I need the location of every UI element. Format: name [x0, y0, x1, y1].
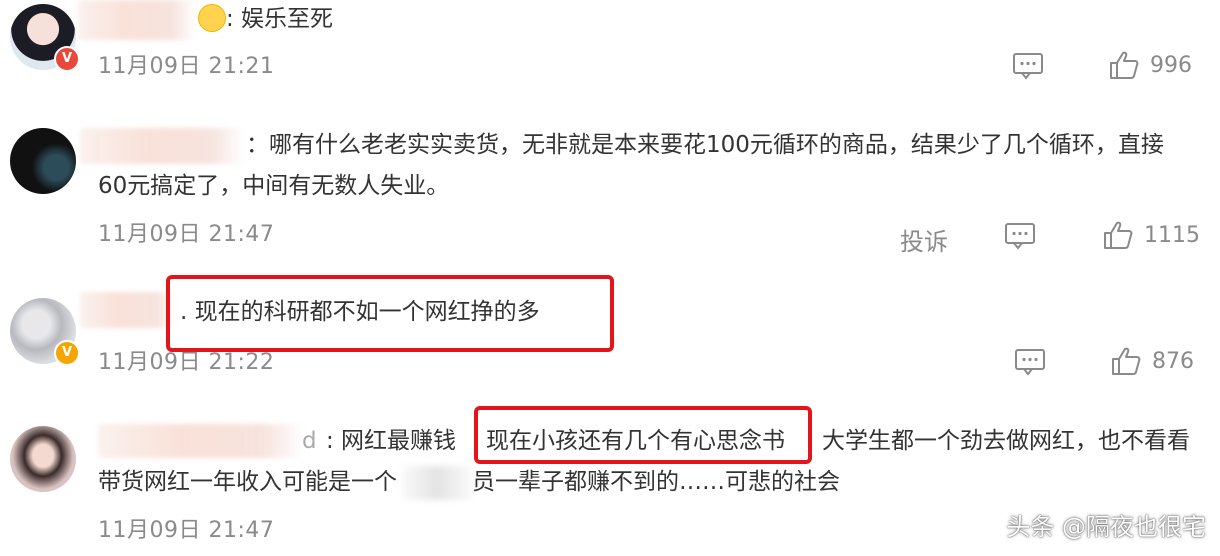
comment-text-line-2: 60元搞定了，中间有无数人失业。	[98, 173, 450, 199]
like-count: 996	[1150, 52, 1192, 78]
avatar[interactable]: V	[10, 298, 80, 366]
comment-text-line-2b: 员一辈子都赚不到的……可悲的社会	[472, 469, 840, 495]
comment-text-highlight: 现在小孩还有几个有心思念书	[486, 428, 785, 454]
comment-text: : 娱乐至死	[226, 6, 334, 32]
like-button[interactable]: 996	[1108, 50, 1192, 80]
avatar[interactable]	[10, 128, 76, 194]
username-blurred	[80, 292, 176, 328]
timestamp: 11月09日 21:21	[98, 54, 275, 79]
username-blurred	[80, 128, 244, 164]
thumbs-up-icon	[1110, 51, 1139, 79]
comment-icon	[1013, 53, 1043, 80]
report-button[interactable]: 投诉	[900, 222, 948, 257]
timestamp: 11月09日 21:47	[98, 222, 275, 247]
comment-text: . 现在的科研都不如一个网红挣的多	[180, 299, 540, 325]
avatar[interactable]: V	[10, 4, 80, 72]
thumbs-up-icon	[1104, 221, 1133, 249]
comment-icon	[1015, 349, 1045, 376]
vip-crown-icon	[198, 4, 226, 32]
avatar-image	[10, 426, 76, 492]
verified-badge-icon: V	[54, 46, 80, 72]
avatar-image	[10, 128, 76, 194]
comment-text-a: : 网红最赚钱	[326, 428, 457, 454]
reply-button[interactable]	[1014, 348, 1046, 376]
thumbs-up-icon	[1112, 347, 1141, 375]
redacted-mask	[402, 466, 472, 500]
comment-text-b: 大学生都一个劲去做网红，也不看看	[822, 428, 1190, 454]
username-tail: d	[302, 428, 317, 454]
like-button[interactable]: 1115	[1102, 220, 1200, 250]
like-count: 876	[1152, 348, 1194, 374]
verified-badge-icon: V	[54, 340, 80, 366]
comment-icon	[1005, 223, 1035, 250]
timestamp: 11月09日 21:22	[98, 350, 275, 375]
reply-button[interactable]	[1004, 222, 1036, 250]
comment-text-line-2a: 带货网红一年收入可能是一个	[98, 469, 397, 495]
watermark: 头条 @隔夜也很宅	[1006, 513, 1206, 541]
like-count: 1115	[1144, 222, 1200, 248]
comment-text-line-1: ：哪有什么老老实实卖货，无非就是本来要花100元循环的商品，结果少了几个循环，直…	[246, 132, 1164, 158]
username-blurred	[98, 424, 304, 458]
reply-button[interactable]	[1012, 52, 1044, 80]
like-button[interactable]: 876	[1110, 346, 1194, 376]
avatar[interactable]	[10, 426, 76, 492]
timestamp: 11月09日 21:47	[98, 518, 275, 543]
username-blurred	[78, 0, 196, 40]
